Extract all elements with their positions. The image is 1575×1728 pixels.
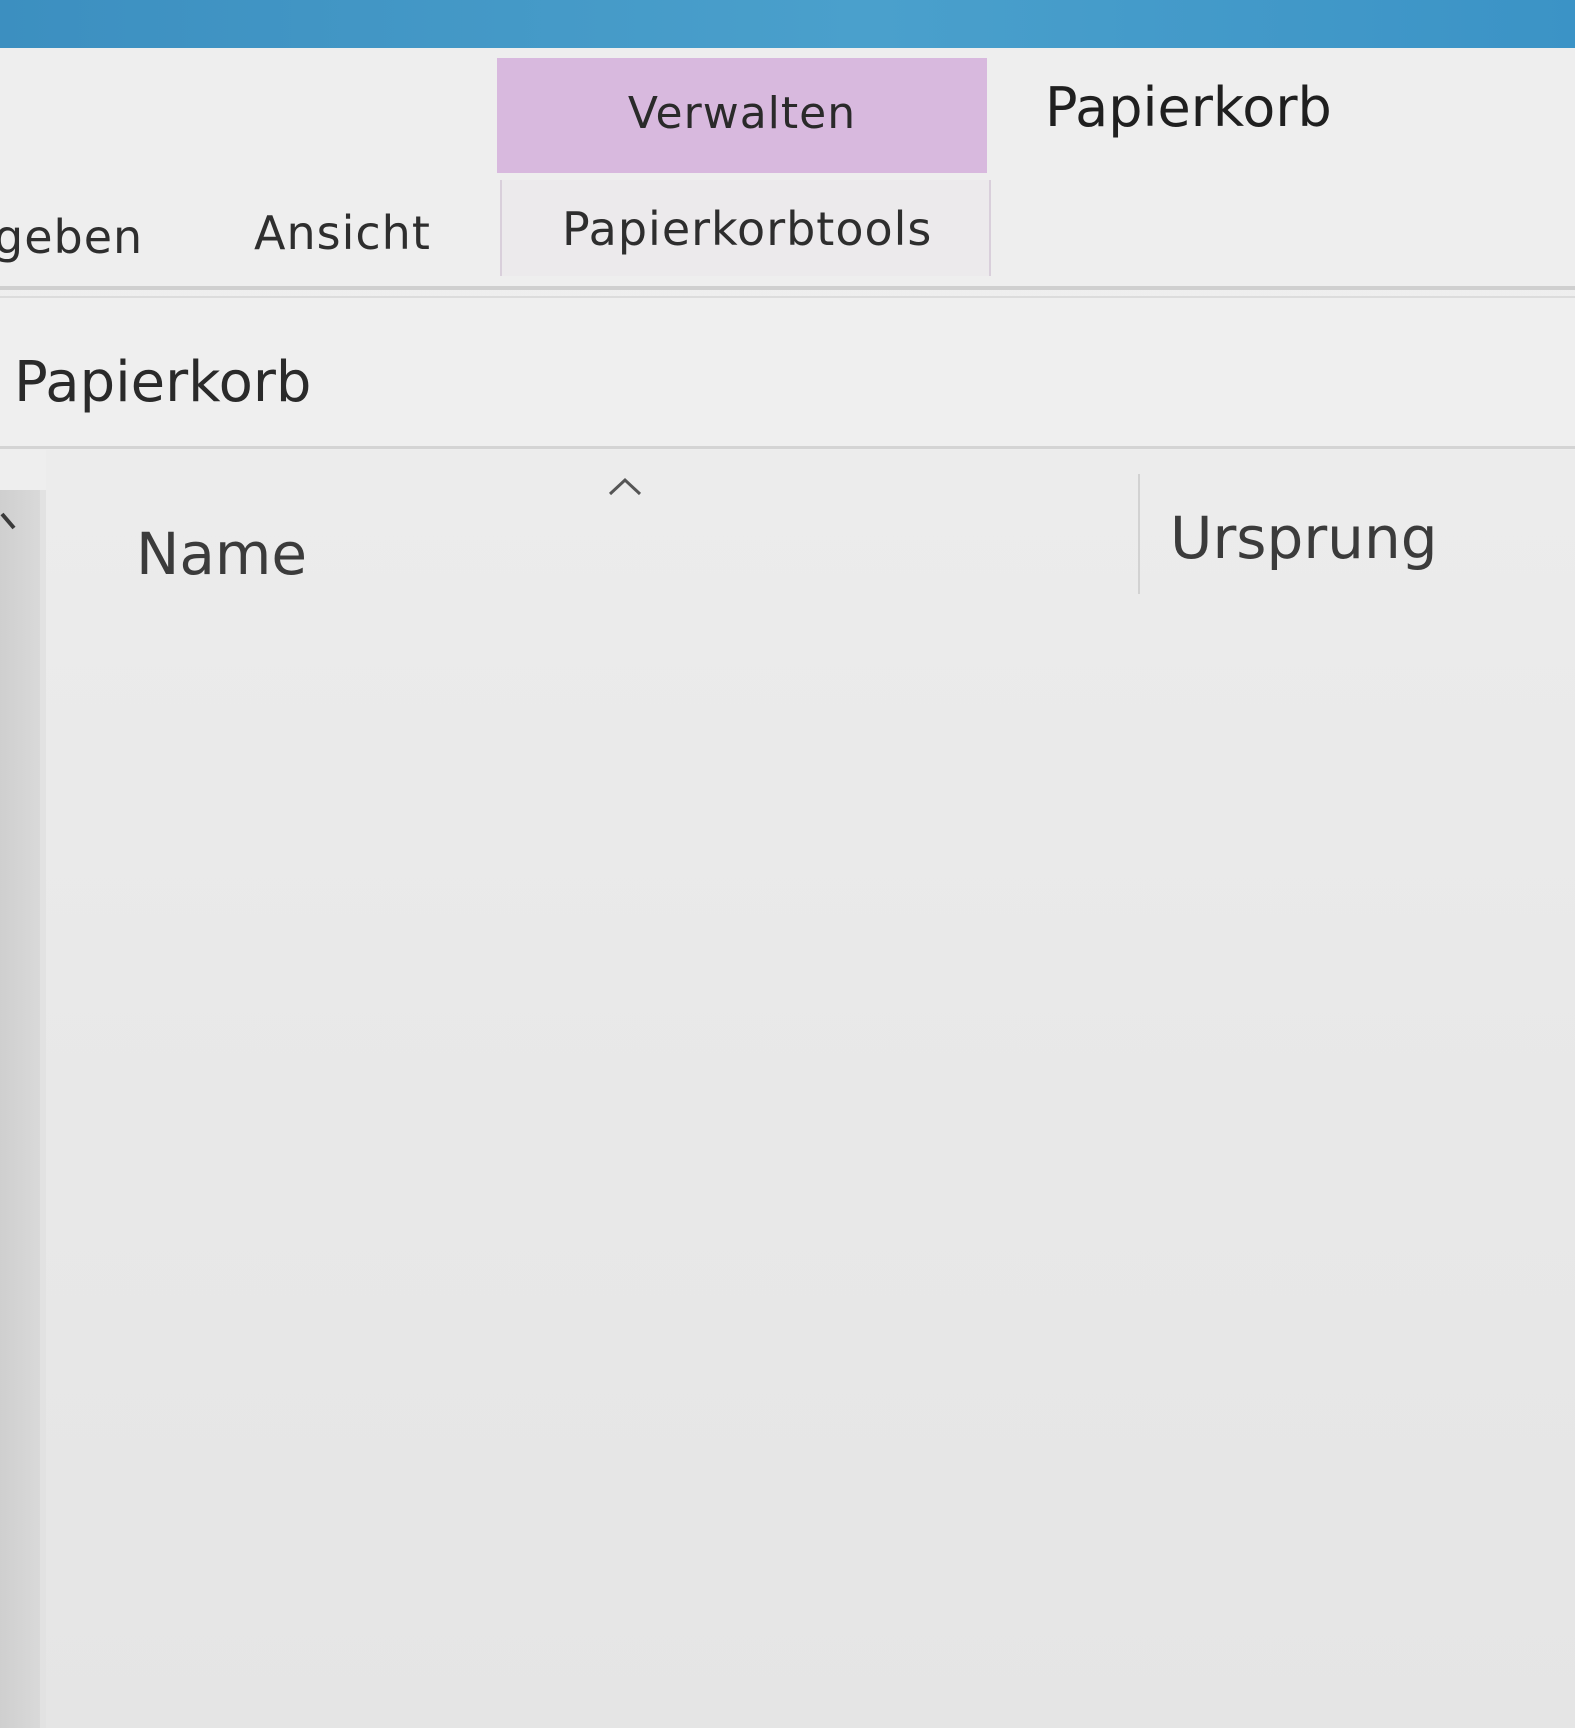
- chevron-icon[interactable]: [0, 508, 30, 538]
- column-header-ursprung[interactable]: Ursprung: [1170, 504, 1438, 572]
- navigation-pane[interactable]: [0, 490, 40, 1728]
- context-group-label[interactable]: Verwalten: [497, 88, 987, 139]
- sort-ascending-icon[interactable]: [606, 470, 644, 500]
- column-divider[interactable]: [1138, 474, 1140, 594]
- ribbon-divider: [0, 286, 1575, 290]
- tab-papierkorbtools[interactable]: Papierkorbtools: [562, 202, 932, 256]
- column-header-name[interactable]: Name: [136, 520, 307, 588]
- window-title: Papierkorb: [1045, 76, 1332, 139]
- tab-freigeben[interactable]: geben: [0, 210, 143, 264]
- navigation-pane-edge: [40, 490, 46, 1728]
- tab-ansicht[interactable]: Ansicht: [254, 206, 431, 260]
- title-bar-accent: [0, 0, 1575, 48]
- explorer-window: Verwalten Papierkorb geben Ansicht Papie…: [0, 0, 1575, 1728]
- address-location[interactable]: Papierkorb: [14, 350, 311, 415]
- file-list[interactable]: [46, 450, 1575, 1728]
